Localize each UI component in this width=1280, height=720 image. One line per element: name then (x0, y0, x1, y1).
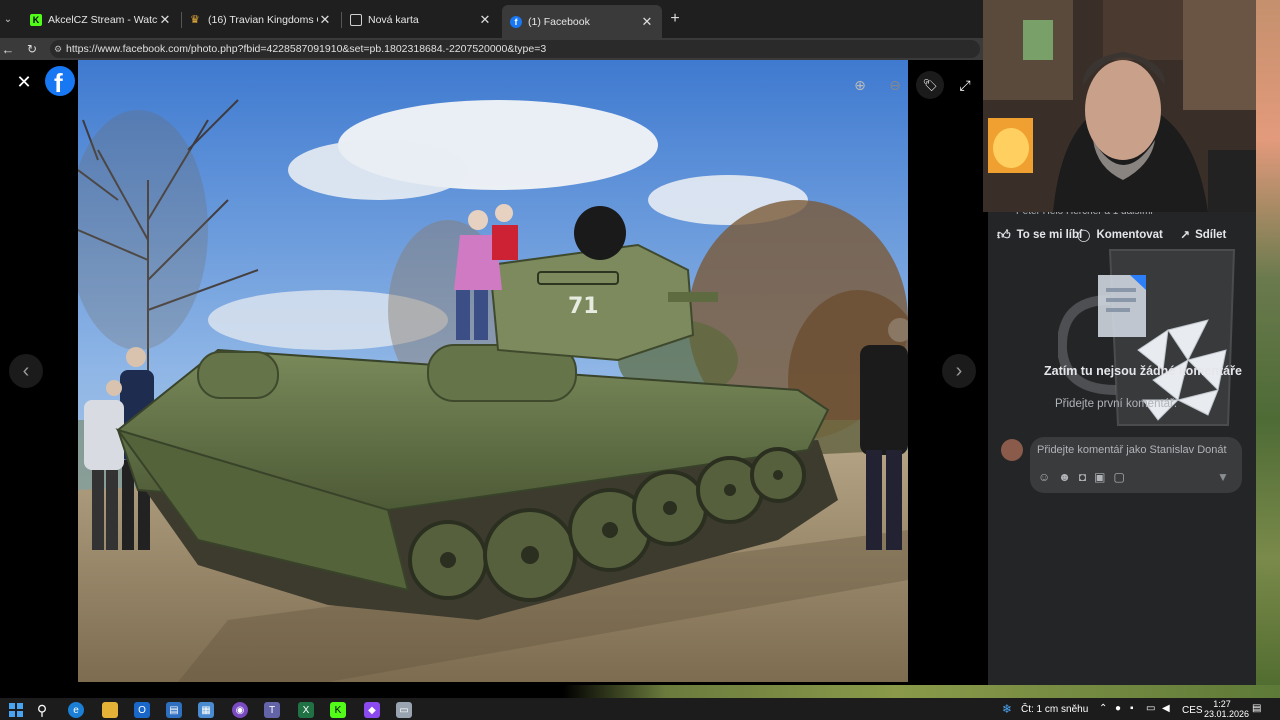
app-window-icon[interactable]: ▭ (396, 702, 412, 718)
tank-marking: 71 (568, 294, 599, 319)
fullscreen-icon[interactable]: ⤢ (956, 76, 974, 94)
tab-title: Nová karta (368, 14, 419, 26)
comment-placeholder: Přidejte komentář jako Stanislav Donát (1037, 444, 1227, 456)
microphone-icon[interactable]: ● (1115, 703, 1121, 714)
webcam-overlay (983, 0, 1268, 212)
empty-comments-subtitle: Přidejte první komentář. (1055, 398, 1178, 410)
stream-app-icon[interactable]: ◉ (232, 702, 248, 718)
comment-tools: ☺ ☻ ◘ ▣ ▢ (1038, 470, 1125, 484)
site-info-icon[interactable]: ⚙ (54, 40, 62, 58)
tab-title: (1) Facebook (528, 15, 590, 28)
close-viewer-button[interactable]: ✕ (12, 70, 36, 94)
file-explorer-icon[interactable] (102, 702, 118, 718)
tab-close-icon[interactable]: ✕ (318, 12, 332, 28)
edge-browser-icon[interactable]: e (68, 702, 84, 718)
back-arrow-icon[interactable]: ← (0, 40, 16, 58)
clock[interactable]: 1:27 23.01.2026 (1204, 699, 1250, 719)
tag-photo-icon[interactable]: 🏷 (916, 71, 944, 99)
clock-time: 1:27 (1213, 699, 1231, 709)
kick-app-icon[interactable]: K (330, 702, 346, 718)
windows-start-icon[interactable] (8, 702, 24, 718)
tab-title: (16) Travian Kingdoms COM2N (208, 14, 318, 26)
page-icon (350, 14, 362, 26)
url-field[interactable]: ⚙ https://www.facebook.com/photo.php?fbi… (50, 40, 980, 58)
avatar[interactable] (1001, 439, 1023, 461)
zoom-in-icon[interactable]: ⊕ (851, 76, 869, 94)
volume-icon[interactable]: ◀ (1162, 703, 1170, 714)
webcam-feed-image (983, 0, 1268, 212)
tab-travian[interactable]: ♛ (16) Travian Kingdoms COM2N ✕ (182, 7, 340, 33)
tank-photo: 71 (78, 60, 908, 682)
next-photo-button[interactable]: › (942, 354, 976, 388)
outlook-icon[interactable]: O (134, 702, 150, 718)
desktop-wallpaper-strip (0, 685, 1280, 698)
excel-icon[interactable]: X (298, 702, 314, 718)
network-icon[interactable]: ▭ (1146, 703, 1155, 714)
gif-icon[interactable]: ▣ (1094, 470, 1105, 484)
emoji-icon[interactable]: ☻ (1058, 470, 1071, 484)
facebook-icon: f (510, 15, 522, 28)
empty-comments-title: Zatím tu nejsou žádné komentáře (1044, 364, 1242, 378)
previous-photo-button[interactable]: ‹ (9, 354, 43, 388)
sticker-icon[interactable]: ▢ (1114, 470, 1125, 484)
calculator-icon[interactable]: ▦ (198, 702, 214, 718)
weather-snow-icon: ❄ (1002, 702, 1013, 716)
facebook-logo[interactable]: f (45, 66, 75, 98)
desktop-wallpaper-edge (1256, 0, 1280, 698)
send-icon[interactable]: ▼ (1217, 470, 1229, 484)
search-icon[interactable]: ⚲ (34, 702, 50, 718)
crown-icon: ♛ (190, 14, 200, 26)
tab-title: AkcelCZ Stream - Watch Live on Ki (48, 14, 158, 26)
tank-photo-image: 71 (78, 60, 908, 682)
camera-icon[interactable]: ◘ (1079, 470, 1086, 484)
avatar-sticker-icon[interactable]: ☺ (1038, 470, 1050, 484)
new-tab-button[interactable]: + (666, 10, 684, 28)
tray-app-icon[interactable]: ▪ (1130, 703, 1134, 714)
reload-icon[interactable]: ↻ (24, 40, 40, 58)
thumbs-up-icon: 👍︎ (997, 227, 1011, 242)
tray-chevron-icon[interactable]: ⌃ (1099, 703, 1107, 714)
tab-akcelcz[interactable]: K AkcelCZ Stream - Watch Live on Ki ✕ (22, 7, 180, 33)
zoom-out-icon[interactable]: ⊖ (886, 76, 904, 94)
kick-icon: K (30, 14, 42, 26)
clock-date: 23.01.2026 (1204, 709, 1250, 719)
address-bar-row: ← ↻ ⚙ https://www.facebook.com/photo.php… (0, 38, 983, 60)
browser-tab-bar: ⌄ K AkcelCZ Stream - Watch Live on Ki ✕ … (0, 0, 983, 38)
weather-text[interactable]: Čt: 1 cm sněhu (1021, 704, 1088, 715)
tab-close-icon[interactable]: ✕ (640, 14, 654, 30)
notifications-icon[interactable]: ▤ (1252, 703, 1261, 714)
obs-icon[interactable]: ◆ (364, 702, 380, 718)
facebook-logo-letter: f (54, 68, 63, 98)
save-icon[interactable]: ▤ (166, 702, 182, 718)
tab-new-tab[interactable]: Nová karta ✕ (342, 7, 500, 33)
tab-close-icon[interactable]: ✕ (158, 12, 172, 28)
language-indicator[interactable]: CES (1182, 705, 1203, 716)
teams-icon[interactable]: T (264, 702, 280, 718)
tab-facebook[interactable]: f (1) Facebook ✕ (502, 5, 662, 38)
tab-search-chevron-icon[interactable]: ⌄ (0, 10, 16, 28)
url-text: https://www.facebook.com/photo.php?fbid=… (66, 43, 547, 55)
tab-close-icon[interactable]: ✕ (478, 12, 492, 28)
